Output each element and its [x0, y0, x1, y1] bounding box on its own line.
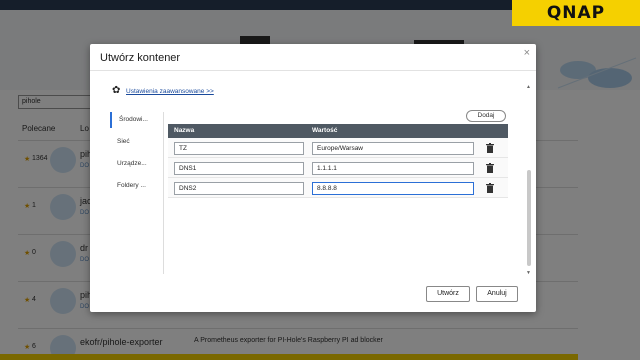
qnap-logo: QNAP — [512, 0, 640, 26]
env-name-field[interactable] — [174, 142, 304, 155]
env-value-field[interactable] — [312, 162, 474, 175]
table-row — [168, 138, 508, 158]
column-value: Wartość — [312, 127, 338, 134]
table-row — [168, 178, 508, 198]
tab-folders[interactable]: Foldery ... — [110, 178, 164, 194]
environment-panel: Dodaj Nazwa Wartość — [168, 110, 510, 274]
create-container-dialog: Utwórz kontener × ✿ Ustawienia zaawansow… — [90, 44, 536, 312]
add-button[interactable]: Dodaj — [466, 110, 506, 122]
dialog-title: Utwórz kontener — [100, 52, 181, 64]
scroll-down-icon[interactable]: ▼ — [526, 270, 531, 276]
tab-devices[interactable]: Urządze... — [110, 156, 164, 172]
scroll-up-icon[interactable]: ▲ — [526, 84, 531, 90]
env-name-field[interactable] — [174, 182, 304, 195]
dialog-scrollbar[interactable]: ▲ ▼ — [526, 84, 532, 280]
table-header: Nazwa Wartość — [168, 124, 508, 138]
create-button[interactable]: Utwórz — [426, 286, 470, 302]
env-value-field[interactable] — [312, 182, 474, 195]
trash-icon[interactable] — [486, 143, 494, 153]
qnap-logo-text: QNAP — [546, 3, 606, 23]
column-name: Nazwa — [174, 127, 195, 134]
scroll-thumb[interactable] — [527, 170, 531, 266]
advanced-settings: ✿ Ustawienia zaawansowane >> — [112, 86, 214, 96]
cancel-button[interactable]: Anuluj — [476, 286, 518, 302]
trash-icon[interactable] — [486, 183, 494, 193]
trash-icon[interactable] — [486, 163, 494, 173]
table-row — [168, 158, 508, 178]
env-variables-table: Nazwa Wartość — [168, 124, 508, 198]
env-value-field[interactable] — [312, 142, 474, 155]
env-name-field[interactable] — [174, 162, 304, 175]
tab-network[interactable]: Sieć — [110, 134, 164, 150]
advanced-settings-link[interactable]: Ustawienia zaawansowane >> — [126, 88, 214, 95]
gear-icon: ✿ — [112, 85, 121, 96]
title-divider — [90, 70, 536, 71]
settings-tabs: Środowi... Sieć Urządze... Foldery ... — [110, 112, 164, 274]
tab-environment[interactable]: Środowi... — [110, 112, 164, 128]
close-icon[interactable]: × — [524, 47, 530, 59]
